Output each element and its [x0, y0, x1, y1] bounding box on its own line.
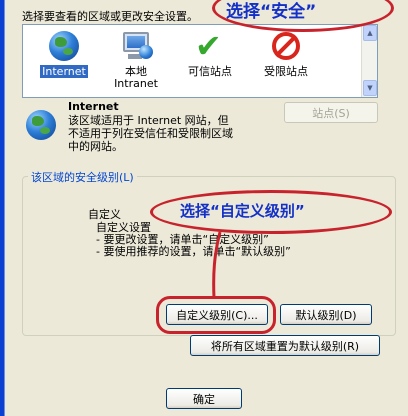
annotation-arrow [212, 231, 222, 299]
annotation-arrow-path [212, 231, 222, 299]
